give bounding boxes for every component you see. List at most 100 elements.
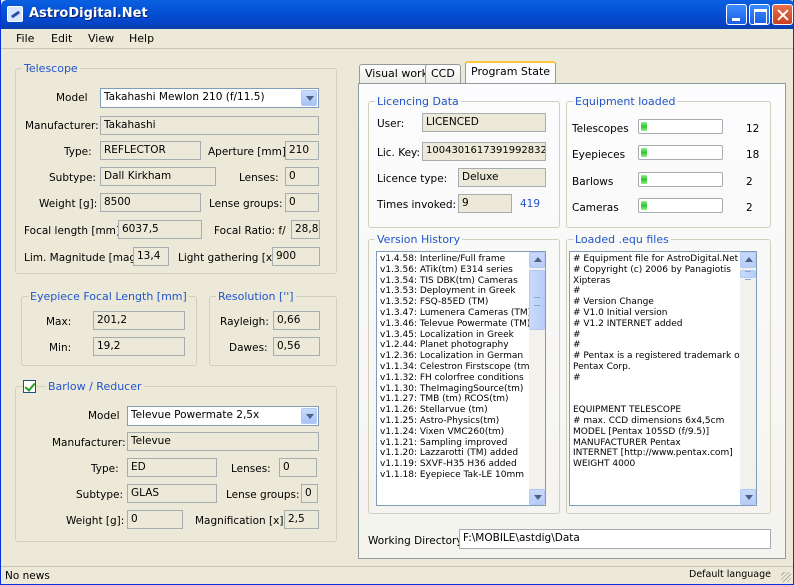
minimize-button[interactable] [726,4,747,25]
resize-grip[interactable] [781,572,791,582]
tab-program-state[interactable]: Program State [465,61,557,83]
scroll-up-icon[interactable] [529,252,545,268]
telescope-subtype-field[interactable]: Dall Kirkham [100,167,216,186]
resolution-rayleigh-field[interactable]: 0,66 [273,311,320,330]
telescope-type-field[interactable]: REFLECTOR [100,141,201,160]
licence-user-field[interactable]: LICENCED [422,113,546,132]
barlow-model-select[interactable]: Televue Powermate 2,5x [127,406,319,426]
resolution-dawes-field[interactable]: 0,56 [273,337,320,356]
equ-file-line: # [573,286,581,297]
version-history-item[interactable]: v1.1.21: Sampling improved [377,438,545,449]
version-history-item[interactable]: v1.1.18: Eyepiece Tak-LE 10mm [377,470,545,481]
version-history-item[interactable]: v1.1.19: SXVF-H35 H36 added [377,459,545,470]
scroll-up-icon[interactable] [740,252,756,268]
barlow-lenses-field[interactable]: 0 [279,458,317,477]
version-history-item[interactable]: v1.4.58: Interline/Full frame [377,254,545,265]
version-history-item[interactable]: v1.3.45: Localization in Greek [377,330,545,341]
version-history-list[interactable]: v1.4.58: Interline/Full frame v1.3.56: AT… [376,251,546,506]
tab-ccd[interactable]: CCD [425,64,461,83]
version-history-item[interactable]: v1.1.30: TheImagingSource(tm) [377,384,545,395]
telescope-weight-field[interactable]: 8500 [100,193,201,212]
telescope-lim-mag-label: Lim. Magnitude [mag]: [24,252,144,264]
menu-edit[interactable]: Edit [51,32,72,45]
equ-file-line: Xipteras [573,275,611,286]
telescope-light-gathering-field[interactable]: 900 [272,247,320,266]
scroll-thumb[interactable] [529,270,545,330]
equ-file-line: # [573,340,581,351]
working-directory-field[interactable]: F:\MOBILE\astdig\Data [459,529,771,549]
telescope-model-select[interactable]: Takahashi Mewlon 210 (f/11.5) [100,88,319,108]
menu-help[interactable]: Help [129,32,154,45]
close-button[interactable] [772,4,793,25]
menu-view[interactable]: View [88,32,114,45]
cameras-progress-bar [638,198,723,213]
equ-files-scrollbar[interactable] [740,252,756,505]
title-bar[interactable]: AstroDigital.Net [1,0,794,29]
barlow-subtype-field[interactable]: GLAS [127,484,217,503]
version-history-item[interactable]: v1.3.47: Lumenera Cameras (TM) [377,308,545,319]
version-history-item[interactable]: v1.1.34: Celestron Firstscope (tm) [377,362,545,373]
version-history-scrollbar[interactable] [529,252,545,505]
version-history-item[interactable]: v1.1.25: Astro-Physics(tm) [377,416,545,427]
equ-file-line: # V1.2 INTERNET added [573,318,683,329]
equ-file-line: # Equipment file for AstroDigital.Net [573,254,739,264]
maximize-button[interactable] [749,4,770,25]
version-history-item[interactable]: v1.2.36: Localization in German [377,351,545,362]
equ-file-line: MANUFACTURER Pentax [573,437,681,448]
barlow-lenses-label: Lenses: [231,463,271,475]
program-state-panel: Licencing Data User: LICENCED Lic. Key: … [358,83,786,559]
app-icon[interactable] [7,6,23,22]
eyepiece-min-field[interactable]: 19,2 [93,337,185,356]
barlow-magnification-field[interactable]: 2,5 [284,510,319,529]
equ-file-line: # Version Change [573,297,654,308]
equ-file-line [570,384,756,395]
scroll-down-icon[interactable] [529,489,545,505]
equipment-cameras-label: Cameras [572,202,619,214]
barlow-type-label: Type: [91,463,119,475]
telescope-model-label: Model [56,92,88,104]
equipment-cameras-count: 2 [746,202,753,214]
barlow-weight-field[interactable]: 0 [127,510,183,529]
version-history-item[interactable]: v1.2.44: Planet photography [377,340,545,351]
version-history-item[interactable]: v1.1.26: Stellarvue (tm) [377,405,545,416]
scroll-thumb[interactable] [740,270,756,280]
barlow-magnification-label: Magnification [x]: [195,515,287,527]
barlow-lense-groups-field[interactable]: 0 [301,484,318,503]
telescope-manufacturer-field[interactable]: Takahashi [100,116,319,135]
telescope-type-label: Type: [64,146,92,158]
telescope-lenses-field[interactable]: 0 [285,167,319,186]
version-history-item[interactable]: v1.1.32: FH colorfree conditions [377,373,545,384]
telescope-aperture-field[interactable]: 210 [285,141,319,160]
times-invoked-field[interactable]: 9 [458,194,512,213]
chevron-down-icon[interactable] [301,90,317,106]
barlow-type-field[interactable]: ED [127,458,217,477]
version-history-item[interactable]: v1.3.54: TIS DBK(tm) Cameras [377,276,545,287]
licence-type-field[interactable]: Deluxe [458,168,546,187]
version-history-item[interactable]: v1.3.56: ATik(tm) E314 series [377,265,545,276]
eyepiece-max-field[interactable]: 201,2 [93,311,185,330]
equ-files-textbox[interactable]: # Equipment file for AstroDigital.Net # C… [569,251,757,506]
telescope-focal-ratio-field[interactable]: 28,8 [291,220,320,239]
equipment-eyepieces-count: 18 [746,149,760,161]
equ-file-line: # max. CCD dimensions 6x4,5cm [573,415,725,426]
version-history-item[interactable]: v1.1.24: Vixen VMC260(tm) [377,427,545,438]
equipment-telescopes-count: 12 [746,123,760,135]
barlow-manufacturer-field[interactable]: Televue [127,432,319,451]
version-history-item[interactable]: v1.3.46: Televue Powermate (TM) [377,319,545,330]
barlow-group-label: Barlow / Reducer [46,380,144,393]
scroll-down-icon[interactable] [740,489,756,505]
equ-files-group-label: Loaded .equ files [573,233,671,246]
version-history-item[interactable]: v1.3.52: FSQ-85ED (TM) [377,297,545,308]
version-history-item[interactable]: v1.3.53: Deployment in Greek [377,286,545,297]
version-history-item[interactable]: v1.1.20: Lazzarotti (TM) added [377,448,545,459]
telescope-lim-mag-field[interactable]: 13,4 [133,247,169,266]
version-history-item[interactable]: v1.1.27: TMB (tm) RCOS(tm) [377,394,545,405]
menu-file[interactable]: File [16,32,34,45]
barlow-enabled-checkbox[interactable] [23,380,36,393]
chevron-down-icon[interactable] [301,408,317,424]
licence-key-field[interactable]: 1004301617391992832 [422,142,546,161]
tab-visual-work[interactable]: Visual work [359,64,434,83]
equipment-barlows-label: Barlows [572,176,614,188]
telescope-focal-length-field[interactable]: 6037,5 [118,220,202,239]
telescope-lense-groups-field[interactable]: 0 [285,193,319,212]
